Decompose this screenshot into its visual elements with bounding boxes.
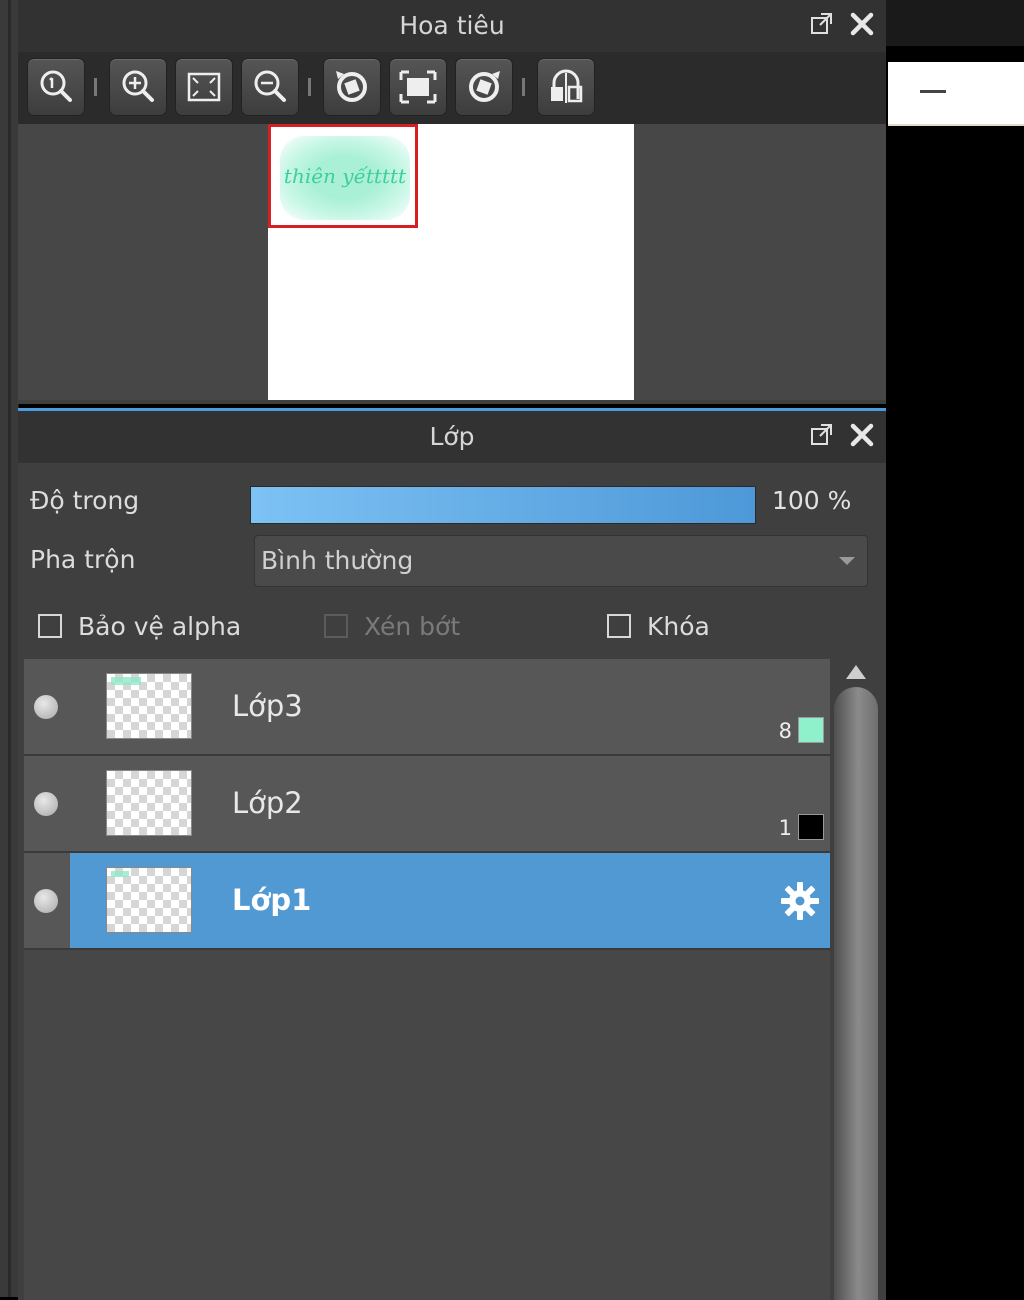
checkbox-box[interactable] [38,614,62,638]
layer-count: 8 [778,719,792,743]
navigator-canvas-preview[interactable]: thiên yếttttt [268,124,634,400]
fit-canvas-icon [399,70,437,104]
layer-count: 1 [778,816,792,840]
opacity-value: 100 % [772,486,852,515]
minimize-icon[interactable] [920,90,946,93]
layer-row-lop1[interactable]: Lớp1 [24,853,830,950]
navigator-viewport[interactable]: thiên yếttttt [18,124,886,400]
view-frame[interactable] [268,124,418,228]
blend-row: Pha trộn Bình thường [18,535,886,587]
fit-canvas-button[interactable] [389,58,447,116]
checkbox-box [324,614,348,638]
visibility-toggle-icon[interactable] [34,695,58,719]
navigator-panel: Hoa tiêu thiên yếttttt [18,0,886,404]
scroll-thumb[interactable] [834,687,878,1300]
zoom-in-icon [122,70,154,102]
navigator-toolbar [18,52,886,124]
blend-mode-value: Bình thường [261,546,414,575]
layer-list: Lớp3 8 Lớp2 1 Lớp1 [24,659,830,1300]
zoom-in-button[interactable] [109,58,167,116]
clipping-label: Xén bớt [364,612,461,641]
layer-thumbnail [106,673,192,739]
layer-thumbnail [106,770,192,836]
close-icon[interactable] [848,421,876,449]
rotate-right-button[interactable] [455,58,513,116]
layers-header: Lớp [18,411,886,463]
layer-name: Lớp1 [232,883,312,917]
layer-list-scrollbar[interactable] [834,659,878,1300]
left-dock-edge [0,0,19,1297]
layers-panel: Lớp Độ trong 100 % Pha trộn Bình thường … [18,408,886,1300]
layer-thumbnail [106,867,192,933]
lock-label: Khóa [647,612,710,641]
canvas-topbar [886,0,1024,46]
popout-icon[interactable] [808,10,836,38]
fit-screen-icon [187,72,221,102]
layer-color-swatch [798,814,824,840]
visibility-toggle-icon[interactable] [34,792,58,816]
flip-horizontal-button[interactable] [537,58,595,116]
close-icon[interactable] [848,10,876,38]
layer-color-swatch [798,717,824,743]
layer-options-row: Bảo vệ alpha Xén bớt Khóa [18,603,886,653]
chevron-down-icon [839,557,855,565]
rotate-right-icon [469,71,500,102]
zoom-actual-button[interactable] [27,58,85,116]
visibility-toggle-icon[interactable] [34,889,58,913]
zoom-actual-icon [40,70,72,102]
layer-name: Lớp3 [232,689,303,723]
gear-icon[interactable] [778,879,822,923]
layers-title: Lớp [429,422,475,451]
fit-screen-button[interactable] [175,58,233,116]
zoom-out-button[interactable] [241,58,299,116]
canvas-area[interactable] [886,0,1024,1297]
protect-alpha-label: Bảo vệ alpha [78,612,242,641]
opacity-label: Độ trong [30,486,140,515]
navigator-title: Hoa tiêu [399,11,505,40]
scroll-up-icon[interactable] [846,665,866,679]
blend-label: Pha trộn [30,545,136,574]
flip-horizontal-icon [551,69,583,103]
rotate-left-icon [336,71,367,102]
navigator-header: Hoa tiêu [18,0,886,52]
layer-row-lop3[interactable]: Lớp3 8 [24,659,830,756]
layer-row-lop2[interactable]: Lớp2 1 [24,756,830,853]
rotate-left-button[interactable] [323,58,381,116]
canvas-window-bar [888,62,1024,126]
popout-icon[interactable] [808,421,836,449]
checkbox-box[interactable] [607,614,631,638]
opacity-row: Độ trong 100 % [18,476,886,526]
layer-name: Lớp2 [232,786,303,820]
opacity-slider[interactable] [250,486,756,524]
blend-mode-select[interactable]: Bình thường [254,535,868,587]
zoom-out-icon [254,70,286,102]
